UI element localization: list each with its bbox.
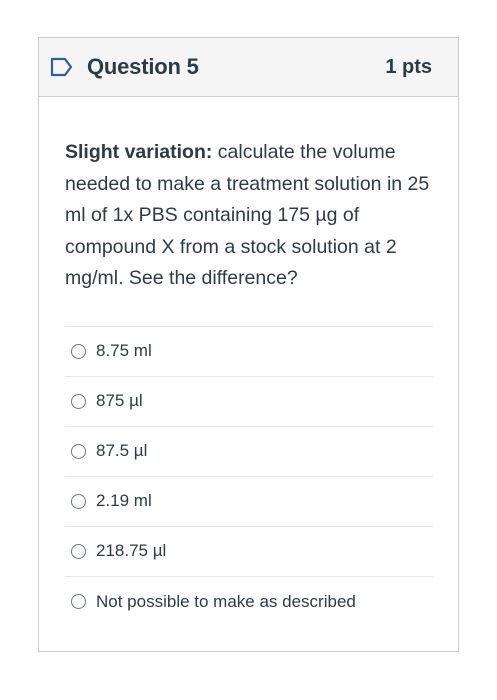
question-prompt-text: calculate the volume needed to make a tr… (65, 141, 430, 289)
answer-label: 87.5 µl (96, 441, 148, 460)
question-points: 1 pts (385, 55, 432, 78)
answer-option[interactable]: Not possible to make as described (65, 577, 433, 627)
radio-button[interactable] (71, 443, 86, 459)
answer-option[interactable]: 8.75 ml (65, 327, 433, 377)
question-card: Question 5 1 pts Slight variation: calcu… (38, 37, 459, 652)
question-title: Question 5 (87, 54, 199, 79)
question-prompt: Slight variation: calculate the volume n… (65, 137, 435, 295)
answer-option[interactable]: 218.75 µl (65, 527, 433, 577)
radio-button[interactable] (71, 594, 86, 609)
answer-list: 8.75 ml 875 µl 87.5 µl 2.19 ml 218.75 µl… (65, 325, 433, 627)
answer-label: Not possible to make as described (96, 591, 356, 611)
question-prompt-bold: Slight variation: (65, 141, 213, 163)
flag-question-icon[interactable] (49, 56, 75, 78)
answer-option[interactable]: 2.19 ml (65, 477, 433, 527)
answer-label: 2.19 ml (96, 491, 152, 510)
answer-option[interactable]: 87.5 µl (65, 427, 433, 477)
question-header: Question 5 1 pts (39, 38, 458, 97)
question-body: Slight variation: calculate the volume n… (39, 97, 458, 627)
answer-label: 8.75 ml (96, 341, 152, 360)
answer-label: 218.75 µl (96, 541, 167, 560)
radio-button[interactable] (71, 393, 86, 409)
radio-button[interactable] (71, 543, 86, 559)
radio-button[interactable] (71, 343, 86, 359)
answer-label: 875 µl (96, 391, 143, 410)
radio-button[interactable] (71, 493, 86, 509)
answer-option[interactable]: 875 µl (65, 377, 433, 427)
